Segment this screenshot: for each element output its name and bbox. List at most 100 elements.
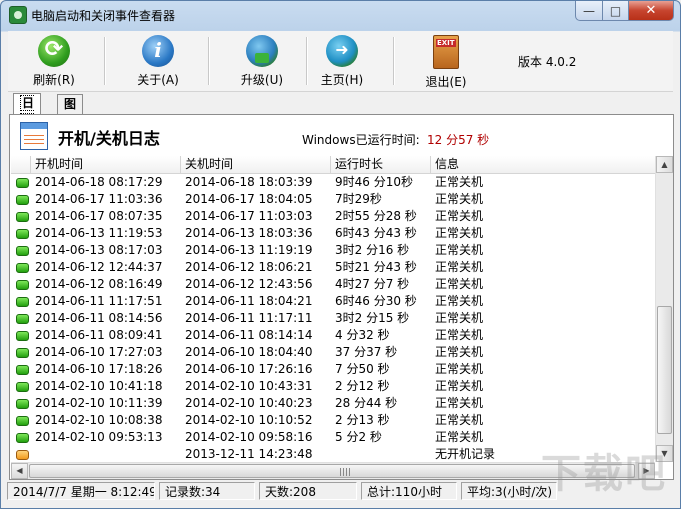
start-time-cell: 2014-06-11 08:14:56 (35, 311, 163, 325)
status-cell (11, 310, 31, 327)
table-row[interactable]: 2014-06-17 08:07:35 2014-06-17 11:03:03 2时… (11, 208, 655, 225)
table-row[interactable]: 2014-06-12 12:44:37 2014-06-12 18:06:21 5时… (11, 259, 655, 276)
status-cell (11, 395, 31, 412)
header-end-time[interactable]: 关机时间 (181, 156, 331, 173)
globe-upgrade-icon (246, 35, 278, 67)
header-info[interactable]: 信息 (431, 156, 655, 173)
upgrade-button[interactable]: 升级(U) (222, 35, 302, 89)
vertical-scrollbar[interactable]: ▲ ▼ (655, 156, 673, 462)
status-total: 总计:110小时 (361, 482, 457, 500)
duration-cell: 5 分2 秒 (335, 430, 382, 444)
log-title: 开机/关机日志 (58, 129, 160, 148)
normal-shutdown-indicator-icon (16, 348, 29, 358)
end-time-cell: 2014-06-17 18:04:05 (185, 192, 313, 206)
vertical-scroll-thumb[interactable] (657, 306, 672, 434)
status-cell (11, 378, 31, 395)
status-cell (11, 446, 31, 462)
log-panel: 开机/关机日志 Windows已运行时间: 12 分57 秒 开机时间 关机时间… (9, 114, 674, 480)
status-datetime: 2014/7/7 星期一 8:12:49 (7, 482, 155, 500)
table-row[interactable]: 2014-06-13 11:19:53 2014-06-13 18:03:36 6时… (11, 225, 655, 242)
scroll-grip (340, 468, 350, 476)
end-time-cell: 2014-06-13 18:03:36 (185, 226, 313, 240)
log-table[interactable]: 开机时间 关机时间 运行时长 信息 2014-06-18 08:17:29 201… (11, 156, 655, 462)
duration-cell: 2 分12 秒 (335, 379, 390, 393)
about-button[interactable]: 关于(A) (118, 35, 198, 89)
table-row[interactable]: 2014-06-17 11:03:36 2014-06-17 18:04:05 7时… (11, 191, 655, 208)
duration-cell: 4时27 分7 秒 (335, 277, 410, 291)
status-cell (11, 242, 31, 259)
table-header: 开机时间 关机时间 运行时长 信息 (11, 156, 655, 174)
duration-cell: 3时2 分16 秒 (335, 243, 410, 257)
exit-button[interactable]: 退出(E) (406, 35, 486, 89)
start-time-cell: 2014-06-12 08:16:49 (35, 277, 163, 291)
maximize-button[interactable]: □ (603, 1, 629, 21)
status-cell (11, 191, 31, 208)
status-days: 天数:208 (259, 482, 357, 500)
duration-cell: 4 分32 秒 (335, 328, 390, 342)
window-title: 电脑启动和关闭事件查看器 (31, 9, 176, 23)
table-row[interactable]: 2014-06-18 08:17:29 2014-06-18 18:03:39 9时… (11, 174, 655, 191)
normal-shutdown-indicator-icon (16, 280, 29, 290)
start-time-cell: 2014-06-13 11:19:53 (35, 226, 163, 240)
scroll-left-button[interactable]: ◀ (11, 463, 28, 479)
header-status (11, 156, 31, 173)
scroll-up-button[interactable]: ▲ (656, 156, 673, 173)
header-duration[interactable]: 运行时长 (331, 156, 431, 173)
refresh-button[interactable]: 刷新(R) (14, 35, 94, 89)
end-time-cell: 2014-06-12 12:43:56 (185, 277, 313, 291)
tab-log[interactable]: 日志 (13, 93, 42, 129)
watermark-logo: 下载吧 (541, 451, 667, 497)
duration-cell: 5时21 分43 秒 (335, 260, 417, 274)
end-time-cell: 2014-06-17 11:03:03 (185, 209, 313, 223)
end-time-cell: 2014-06-10 17:26:16 (185, 362, 313, 376)
duration-cell: 6时46 分30 秒 (335, 294, 417, 308)
close-button[interactable]: ✕ (629, 1, 674, 21)
main-window: 电脑启动和关闭事件查看器 — □ ✕ 刷新(R) 关于(A) 升级(U) 主页(… (0, 0, 681, 509)
duration-cell: 3时2 分15 秒 (335, 311, 410, 325)
end-time-cell: 2014-02-10 10:40:23 (185, 396, 313, 410)
table-row[interactable]: 2014-06-10 17:27:03 2014-06-10 18:04:40 37… (11, 344, 655, 361)
normal-shutdown-indicator-icon (16, 178, 29, 188)
end-time-cell: 2014-06-11 11:17:11 (185, 311, 313, 325)
table-row[interactable]: 2014-02-10 10:08:38 2014-02-10 10:10:52 2 … (11, 412, 655, 429)
duration-cell (331, 446, 431, 462)
table-row[interactable]: 2014-06-10 17:18:26 2014-06-10 17:26:16 7 … (11, 361, 655, 378)
homepage-button[interactable]: 主页(H) (302, 35, 382, 89)
refresh-label: 刷新(R) (33, 73, 75, 87)
table-row[interactable]: 2014-06-11 08:09:41 2014-06-11 08:14:14 4 … (11, 327, 655, 344)
normal-shutdown-indicator-icon (16, 314, 29, 324)
exit-label: 退出(E) (425, 75, 467, 89)
info-cell: 正常关机 (435, 362, 484, 376)
start-time-cell: 2014-06-13 08:17:03 (35, 243, 163, 257)
status-records: 记录数:34 (159, 482, 255, 500)
end-time-cell: 2014-06-10 18:04:40 (185, 345, 313, 359)
info-cell: 正常关机 (435, 175, 484, 189)
toolbar-separator (208, 37, 210, 85)
table-row[interactable]: 2014-06-11 08:14:56 2014-06-11 11:17:11 3时… (11, 310, 655, 327)
normal-shutdown-indicator-icon (16, 365, 29, 375)
minimize-button[interactable]: — (575, 1, 603, 21)
info-cell: 正常关机 (435, 294, 484, 308)
uptime-value: 12 分57 秒 (427, 133, 490, 147)
refresh-icon (38, 35, 70, 67)
title-bar[interactable]: 电脑启动和关闭事件查看器 — □ ✕ (1, 1, 680, 29)
toolbar-separator (104, 37, 106, 85)
table-row[interactable]: 2014-02-10 10:41:18 2014-02-10 10:43:31 2 … (11, 378, 655, 395)
table-row[interactable]: 2014-06-13 08:17:03 2014-06-13 11:19:19 3时… (11, 242, 655, 259)
end-time-cell: 2014-06-11 08:14:14 (185, 328, 313, 342)
table-row[interactable]: 2014-06-12 08:16:49 2014-06-12 12:43:56 4时… (11, 276, 655, 293)
table-row[interactable]: 2014-06-11 11:17:51 2014-06-11 18:04:21 6时… (11, 293, 655, 310)
duration-cell: 2 分13 秒 (335, 413, 390, 427)
normal-shutdown-indicator-icon (16, 433, 29, 443)
start-time-cell: 2014-02-10 10:11:39 (35, 396, 163, 410)
start-time-cell: 2014-06-10 17:18:26 (35, 362, 163, 376)
status-cell (11, 174, 31, 191)
status-cell (11, 344, 31, 361)
end-time-cell: 2014-06-13 11:19:19 (185, 243, 313, 257)
header-start-time[interactable]: 开机时间 (31, 156, 181, 173)
table-row[interactable]: 2014-02-10 10:11:39 2014-02-10 10:40:23 28… (11, 395, 655, 412)
tab-chart[interactable]: 图表 (57, 94, 84, 129)
start-time-cell: 2014-06-18 08:17:29 (35, 175, 163, 189)
homepage-label: 主页(H) (320, 73, 364, 87)
normal-shutdown-indicator-icon (16, 263, 29, 273)
